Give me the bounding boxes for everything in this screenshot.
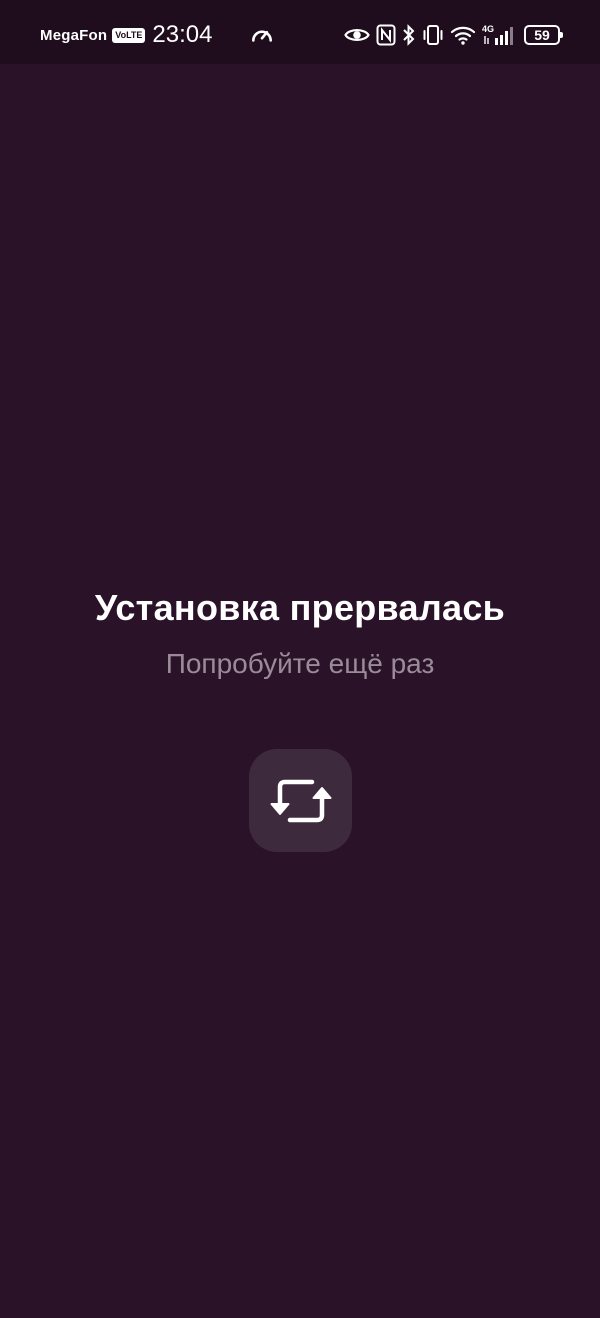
status-bar-left: MegaFon VoLTE 23:04 xyxy=(40,20,212,50)
signal-icon: 4G xyxy=(482,24,516,46)
wifi-icon xyxy=(450,26,476,45)
battery-icon: 59 xyxy=(524,25,563,45)
page-subtitle: Попробуйте ещё раз xyxy=(165,648,435,679)
status-bar: MegaFon VoLTE 23:04 4G 59 xyxy=(0,0,600,64)
error-message: Установка прервалась Попробуйте ещё раз xyxy=(0,580,600,684)
refresh-icon xyxy=(270,779,331,822)
status-bar-right: 4G 59 xyxy=(338,20,563,50)
page-title: Установка прервалась xyxy=(94,587,506,628)
eye-icon xyxy=(344,29,370,41)
bluetooth-icon xyxy=(403,24,415,46)
vibrate-icon xyxy=(423,25,443,45)
carrier-name: MegaFon xyxy=(40,26,108,44)
nfc-icon xyxy=(376,24,396,46)
clock: 23:04 xyxy=(152,21,213,48)
volte-badge: VoLTE xyxy=(112,27,146,43)
retry-button[interactable] xyxy=(249,749,352,852)
speed-icon xyxy=(252,30,272,42)
